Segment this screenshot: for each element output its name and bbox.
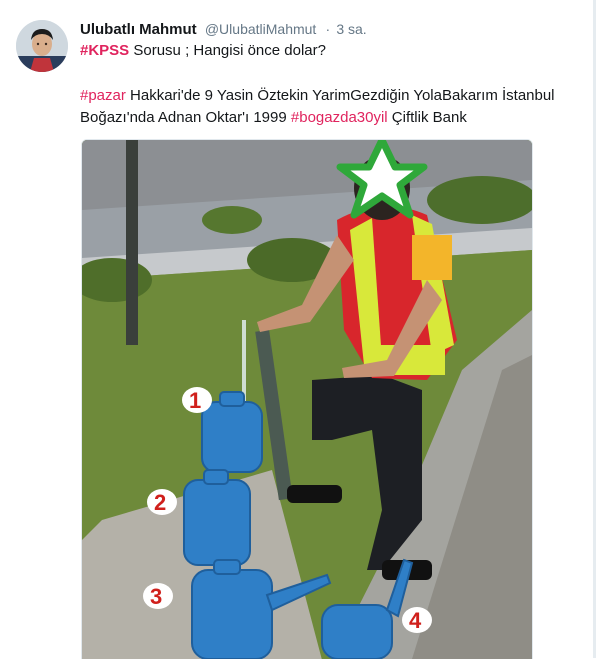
photo-illustration: 1 2 3 4 xyxy=(82,140,532,659)
hashtag-pazar[interactable]: #pazar xyxy=(80,87,126,104)
can-label-3: 3 xyxy=(150,584,162,609)
separator-dot: · xyxy=(325,21,331,37)
tweet-text-line2: #pazar Hakkari'de 9 Yasin Öztekin YarimG… xyxy=(80,85,580,129)
tweet-text-line1: #KPSS Sorusu ; Hangisi önce dolar? xyxy=(80,40,580,62)
tweet-time[interactable]: 3 sa. xyxy=(336,21,366,37)
tweet-header: Ulubatlı Mahmut @UlubatliMahmut · 3 sa. xyxy=(80,19,367,40)
hashtag-kpss[interactable]: #KPSS xyxy=(80,42,129,59)
tweet-photo[interactable]: 1 2 3 4 xyxy=(81,139,533,659)
can-label-2: 2 xyxy=(154,490,166,515)
avatar-image xyxy=(16,20,68,72)
tweet[interactable]: Ulubatlı Mahmut @UlubatliMahmut · 3 sa. … xyxy=(0,0,593,659)
tweet-text: Çiftlik Bank xyxy=(387,109,467,126)
hashtag-bogazda30yil[interactable]: #bogazda30yil xyxy=(291,109,388,126)
tweet-text: Sorusu ; Hangisi önce dolar? xyxy=(129,42,326,59)
can-label-4: 4 xyxy=(409,608,422,633)
avatar[interactable] xyxy=(16,20,68,72)
author-handle[interactable]: @UlubatliMahmut xyxy=(205,21,316,37)
can-label-1: 1 xyxy=(189,388,201,413)
author-name[interactable]: Ulubatlı Mahmut xyxy=(80,21,197,38)
